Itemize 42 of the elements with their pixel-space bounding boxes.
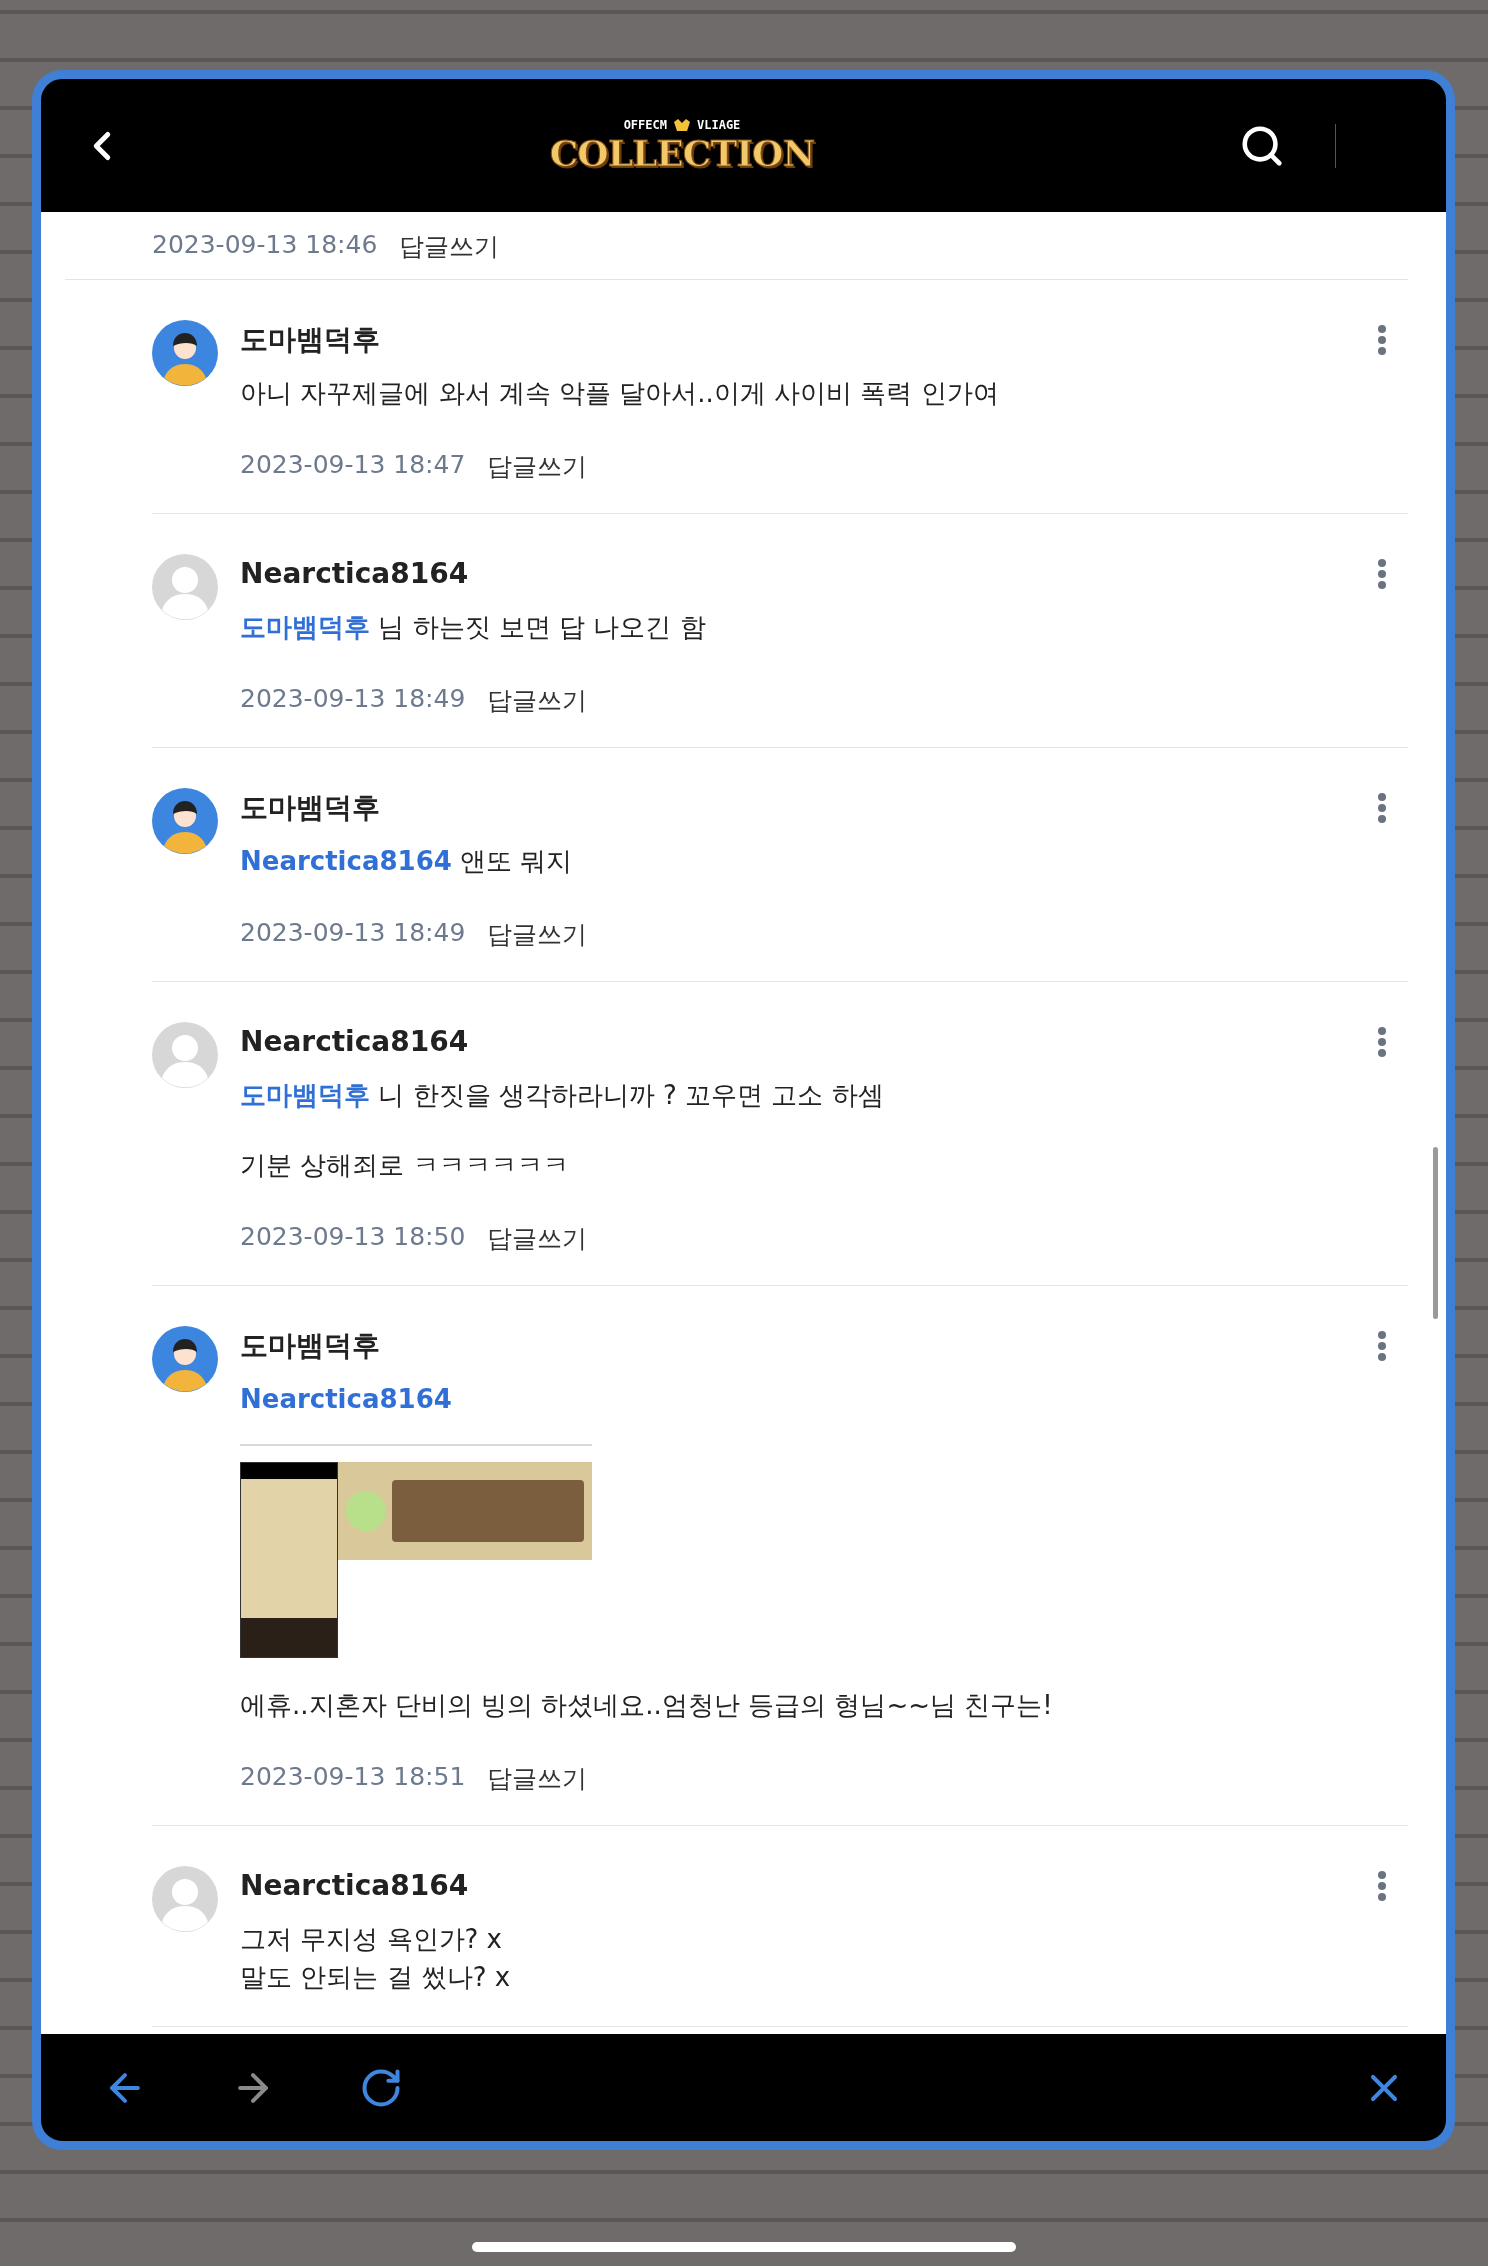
- logo-text: COLLECTION: [549, 131, 815, 174]
- comment-time: 2023-09-13 18:51: [240, 1762, 466, 1793]
- comment-time: 2023-09-13 18:46: [152, 230, 378, 261]
- avatar-icon: [152, 1866, 218, 1932]
- more-options-icon: [1378, 1871, 1386, 1901]
- avatar-icon: [152, 320, 218, 386]
- more-options-icon: [1378, 1331, 1386, 1361]
- reply-link[interactable]: 답글쓰기: [487, 1222, 588, 1255]
- reply-link[interactable]: 답글쓰기: [487, 450, 588, 483]
- comment-time: 2023-09-13 18:47: [240, 450, 466, 481]
- author-name: Nearctica8164: [240, 1024, 469, 1060]
- comment-text: 아니 자꾸제글에 와서 계속 악플 달아서..이게 사이비 폭력 인가여: [240, 377, 1000, 410]
- logo-text: VLIAGE: [697, 117, 741, 132]
- reply-link[interactable]: 답글쓰기: [487, 918, 588, 951]
- logo-text: OFFECM: [623, 117, 667, 132]
- more-options-icon: [1378, 559, 1386, 589]
- avatar-icon: [152, 1326, 218, 1392]
- reply-link[interactable]: 답글쓰기: [399, 230, 500, 263]
- author-name: Nearctica8164: [240, 1868, 469, 1904]
- author-name: 도마뱀덕후: [240, 1328, 380, 1364]
- avatar-icon: [152, 788, 218, 854]
- reply-link[interactable]: 답글쓰기: [487, 684, 588, 717]
- comment-text: Nearctica8164 앤또 뭐지: [240, 845, 574, 878]
- comment-time: 2023-09-13 18:49: [240, 918, 466, 949]
- author-name: 도마뱀덕후: [240, 790, 380, 826]
- logo-icon: [673, 117, 691, 132]
- comment-text: Nearctica8164: [240, 1383, 453, 1416]
- comment-text: 그저 무지성 욕인가? x 말도 안되는 걸 썼나? x: [240, 1923, 512, 1994]
- more-options-icon: [1378, 1027, 1386, 1057]
- author-name: 도마뱀덕후: [240, 322, 380, 358]
- more-options-icon: [1378, 325, 1386, 355]
- comment-text: 에휴..지혼자 단비의 빙의 하셨네요..엄청난 등급의 형님~~님 친구는!: [240, 1689, 1054, 1722]
- comment-time: 2023-09-13 18:49: [240, 684, 466, 715]
- more-options-icon: [1378, 793, 1386, 823]
- author-name: Nearctica8164: [240, 556, 469, 592]
- comment-text: 기분 상해죄로 ㅋㅋㅋㅋㅋㅋ: [240, 1149, 570, 1182]
- comment-text: 도마뱀덕후 니 한짓을 생각하라니까 ? 꼬우면 고소 하셈: [240, 1079, 885, 1112]
- comment-time: 2023-09-13 18:50: [240, 1222, 466, 1253]
- avatar-icon: [152, 1022, 218, 1088]
- comment-text: 도마뱀덕후 님 하는짓 보면 답 나오긴 함: [240, 611, 707, 644]
- avatar-icon: [152, 554, 218, 620]
- reply-link[interactable]: 답글쓰기: [487, 1762, 588, 1795]
